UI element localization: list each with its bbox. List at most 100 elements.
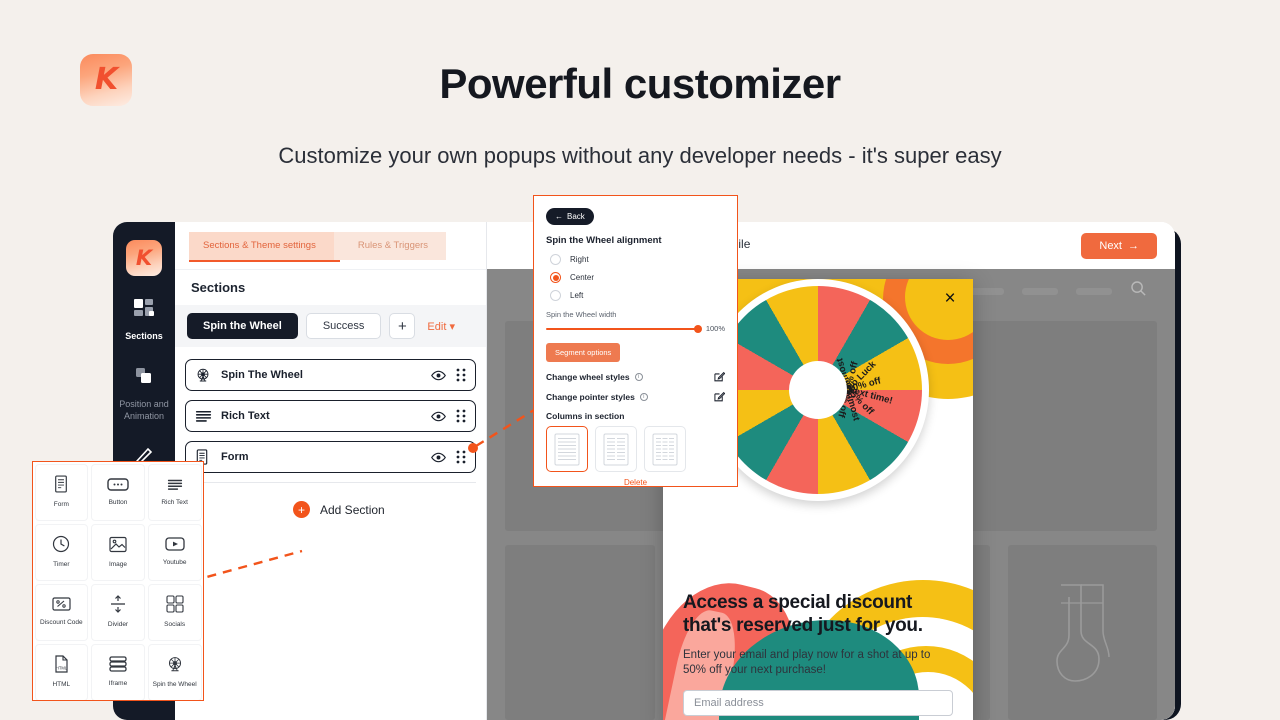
sections-icon xyxy=(113,298,175,323)
widget-button[interactable]: Button xyxy=(91,463,145,521)
radio-right[interactable]: Right xyxy=(546,254,725,265)
two-column-icon xyxy=(603,433,629,465)
edit-icon[interactable] xyxy=(714,391,725,402)
widget-rich-text[interactable]: Rich Text xyxy=(147,463,202,521)
width-slider[interactable] xyxy=(546,324,702,333)
tab-spin-the-wheel[interactable]: Spin the Wheel xyxy=(187,313,298,339)
widget-form[interactable]: Form xyxy=(34,463,89,521)
edit-label: Edit xyxy=(427,320,447,333)
next-button[interactable]: Next → xyxy=(1081,232,1157,259)
ferris-wheel-icon xyxy=(195,367,215,383)
option-label: Change wheel styles xyxy=(546,371,630,382)
list-item[interactable]: Form xyxy=(185,441,476,473)
column-option-1[interactable] xyxy=(546,426,588,472)
widget-discount-code[interactable]: Discount Code xyxy=(34,583,89,641)
widget-label: Button xyxy=(108,498,128,506)
segment-options-button[interactable]: Segment options xyxy=(546,343,621,362)
widget-label: Iframe xyxy=(108,680,128,687)
wheel-hub xyxy=(789,361,847,419)
delete-link[interactable]: Delete xyxy=(546,478,725,487)
option-label: Change pointer styles xyxy=(546,391,635,402)
widget-timer[interactable]: Timer xyxy=(34,523,89,581)
info-icon[interactable]: i xyxy=(639,392,648,401)
step-rules-triggers[interactable]: Rules & Triggers xyxy=(333,231,447,260)
rail-logo: K xyxy=(126,240,162,276)
position-animation-icon xyxy=(113,366,175,391)
spin-wheel-icon xyxy=(166,655,184,678)
arrow-left-icon: ← xyxy=(555,212,563,221)
page-title: Powerful customizer xyxy=(439,60,841,107)
discount-code-icon xyxy=(52,597,71,616)
eye-icon[interactable] xyxy=(431,370,446,381)
radio-icon-selected xyxy=(550,272,561,283)
add-section-label: Add Section xyxy=(320,502,385,517)
width-label: Spin the Wheel width xyxy=(546,310,617,319)
radio-icon xyxy=(550,254,561,265)
column-option-2[interactable] xyxy=(595,426,637,472)
info-icon[interactable]: i xyxy=(634,372,643,381)
widget-label: Spin the Wheel xyxy=(152,681,197,688)
youtube-icon xyxy=(165,537,185,556)
sidebar-item-sections[interactable]: Sections xyxy=(113,298,175,342)
rail-logo-letter: K xyxy=(135,245,153,270)
spin-wheel[interactable]: 5% off No Luck 10% off Next time! 15% of… xyxy=(707,279,929,501)
radio-center[interactable]: Center xyxy=(546,272,725,283)
add-tab-button[interactable]: + xyxy=(389,313,416,339)
widget-youtube[interactable]: Youtube xyxy=(147,523,202,581)
sidebar-item-position-animation[interactable]: Position and Animation xyxy=(113,366,175,422)
html-icon: HTML xyxy=(54,655,69,678)
socials-icon xyxy=(166,595,184,618)
widget-label: Socials xyxy=(164,621,186,628)
divider-icon xyxy=(110,595,126,618)
nav-placeholder xyxy=(968,287,1004,295)
wheel-settings-popup: ← Back Spin the Wheel alignment Right Ce… xyxy=(533,195,738,487)
widget-html[interactable]: HTML HTML xyxy=(34,643,89,700)
image-icon xyxy=(109,536,127,558)
wizard-steps: Sections & Theme settings Rules & Trigge… xyxy=(175,222,486,269)
tab-success[interactable]: Success xyxy=(305,313,382,339)
edit-icon[interactable] xyxy=(714,371,725,382)
next-label: Next xyxy=(1099,239,1122,252)
step-sections-theme-settings[interactable]: Sections & Theme settings xyxy=(189,231,347,262)
add-section-button[interactable]: + Add Section xyxy=(185,483,476,518)
sidebar-item-label: Position and Animation xyxy=(119,399,169,421)
widget-label: Youtube xyxy=(162,559,187,566)
radio-left[interactable]: Left xyxy=(546,290,725,301)
widget-spin-the-wheel[interactable]: Spin the Wheel xyxy=(147,643,202,700)
widget-label: Image xyxy=(108,560,128,568)
change-pointer-styles-row[interactable]: Change pointer styles i xyxy=(546,391,725,402)
eye-icon[interactable] xyxy=(431,452,446,463)
email-field[interactable]: Email address xyxy=(683,690,953,716)
nav-placeholder xyxy=(1022,287,1058,295)
slider-knob[interactable] xyxy=(693,324,702,333)
list-item[interactable]: Spin The Wheel xyxy=(185,359,476,391)
product-placeholder xyxy=(505,545,655,720)
widget-iframe[interactable]: Iframe xyxy=(91,643,145,700)
nav-placeholder xyxy=(1076,287,1112,295)
popup-heading: Access a special discount that's reserve… xyxy=(683,592,923,636)
wheel-segments: 5% off No Luck 10% off Next time! 15% of… xyxy=(714,286,922,494)
radio-label: Right xyxy=(570,255,589,264)
eye-icon[interactable] xyxy=(431,411,446,422)
close-icon[interactable]: × xyxy=(941,289,959,308)
sections-panel: Sections & Theme settings Rules & Trigge… xyxy=(175,222,487,720)
change-wheel-styles-row[interactable]: Change wheel styles i xyxy=(546,371,725,382)
widget-picker-popup: Form Button Rich Text Timer Image Youtub… xyxy=(32,461,204,701)
widget-socials[interactable]: Socials xyxy=(147,583,202,641)
drag-handle-icon[interactable] xyxy=(456,409,466,423)
edit-dropdown[interactable]: Edit ▾ xyxy=(427,320,455,333)
widget-image[interactable]: Image xyxy=(91,523,145,581)
widget-label: Discount Code xyxy=(40,619,83,626)
drag-handle-icon[interactable] xyxy=(456,368,466,382)
search-icon[interactable] xyxy=(1130,280,1147,302)
list-item[interactable]: Rich Text xyxy=(185,400,476,432)
step-active-underline xyxy=(189,259,340,262)
drag-handle-icon[interactable] xyxy=(456,450,466,464)
widget-label: Timer xyxy=(53,561,70,568)
one-column-icon xyxy=(554,433,580,465)
timer-icon xyxy=(52,535,70,558)
back-button[interactable]: ← Back xyxy=(546,208,594,225)
column-option-3[interactable] xyxy=(644,426,686,472)
widget-divider[interactable]: Divider xyxy=(91,583,145,641)
iframe-icon xyxy=(109,656,127,677)
